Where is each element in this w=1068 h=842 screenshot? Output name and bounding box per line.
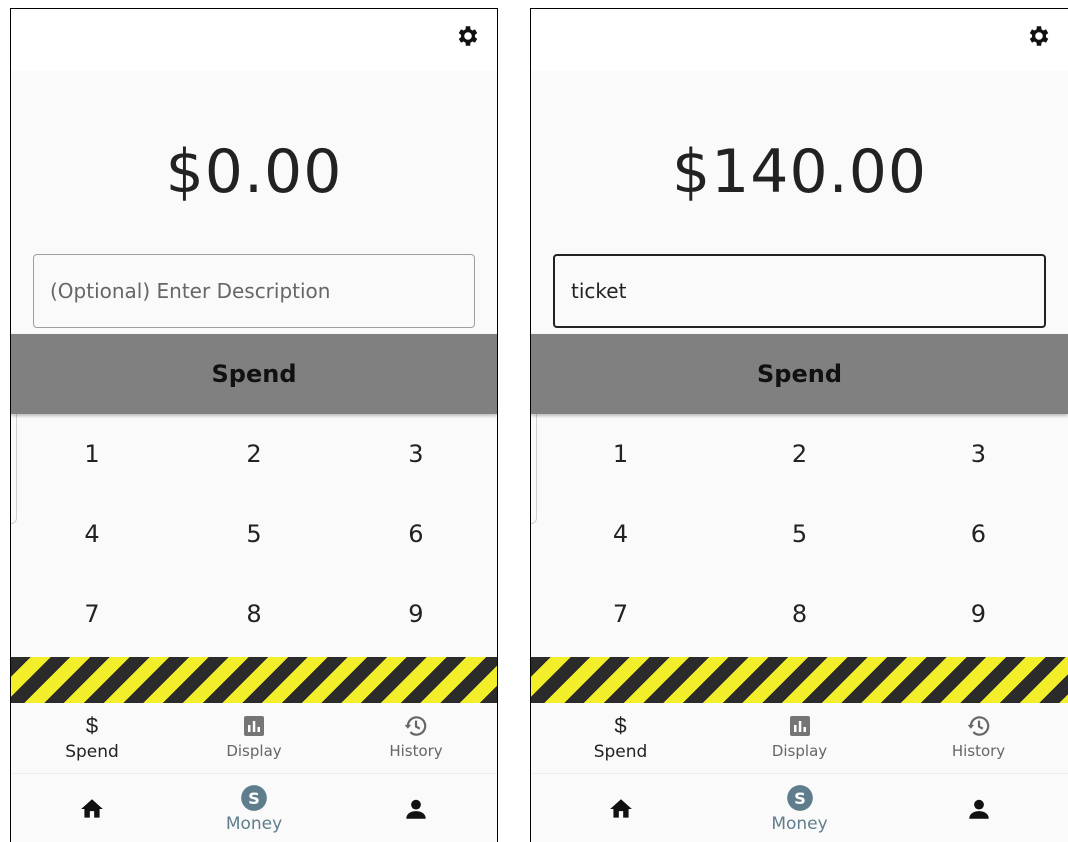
settings-button[interactable]: [453, 21, 483, 51]
money-icon: S: [786, 784, 813, 811]
number-keypad: 1 2 3 4 5 6 7 8 9: [11, 414, 497, 654]
home-icon: [81, 798, 103, 818]
key-3[interactable]: 3: [335, 414, 497, 494]
key-7[interactable]: 7: [531, 574, 710, 654]
svg-text:S: S: [248, 788, 260, 807]
bar-chart-icon: [788, 713, 812, 739]
subnav-display[interactable]: Display: [173, 703, 335, 773]
subnav-display[interactable]: Display: [710, 703, 889, 773]
key-9[interactable]: 9: [335, 574, 497, 654]
svg-text:S: S: [794, 788, 806, 807]
key-2[interactable]: 2: [710, 414, 889, 494]
app-screen-entered: $140.00 Spend 1 2 3 4 5 6 7 8 9 $ Spend …: [530, 8, 1068, 842]
nav-home[interactable]: [11, 774, 173, 842]
subnav-history[interactable]: History: [889, 703, 1068, 773]
key-4[interactable]: 4: [11, 494, 173, 574]
nav-money[interactable]: S Money: [710, 774, 889, 842]
bar-chart-icon: [242, 713, 266, 739]
key-1[interactable]: 1: [11, 414, 173, 494]
subnav-history[interactable]: History: [335, 703, 497, 773]
key-9[interactable]: 9: [889, 574, 1068, 654]
key-6[interactable]: 6: [889, 494, 1068, 574]
key-4[interactable]: 4: [531, 494, 710, 574]
app-bar: [531, 9, 1068, 71]
home-icon: [609, 798, 632, 818]
history-icon: [403, 713, 429, 739]
key-5[interactable]: 5: [173, 494, 335, 574]
subnav-spend[interactable]: $ Spend: [11, 703, 173, 773]
nav-home[interactable]: [531, 774, 710, 842]
nav-money[interactable]: S Money: [173, 774, 335, 842]
amount-display: $140.00: [671, 137, 928, 207]
nav-profile[interactable]: [889, 774, 1068, 842]
sub-navigation: $ Spend Display History: [11, 703, 497, 773]
number-keypad: 1 2 3 4 5 6 7 8 9: [531, 414, 1068, 654]
key-7[interactable]: 7: [11, 574, 173, 654]
dollar-icon: $: [614, 713, 627, 738]
nav-money-label: Money: [225, 813, 283, 834]
overflow-warning-stripe: [11, 657, 497, 703]
key-6[interactable]: 6: [335, 494, 497, 574]
subnav-display-label: Display: [771, 742, 828, 760]
key-5[interactable]: 5: [710, 494, 889, 574]
money-icon: S: [241, 784, 267, 811]
bottom-navigation: S Money: [11, 773, 497, 842]
subnav-spend-label: Spend: [593, 742, 648, 762]
nav-money-label: Money: [771, 813, 828, 834]
key-3[interactable]: 3: [889, 414, 1068, 494]
app-screen-initial: $0.00 Spend 1 2 3 4 5 6 7 8 9 $ Spend Di…: [10, 8, 498, 842]
key-8[interactable]: 8: [710, 574, 889, 654]
nav-profile[interactable]: [335, 774, 497, 842]
history-icon: [966, 713, 992, 739]
sub-navigation: $ Spend Display History: [531, 703, 1068, 773]
overflow-warning-stripe: [531, 657, 1068, 703]
settings-button[interactable]: [1024, 21, 1054, 51]
amount-display: $0.00: [165, 137, 343, 207]
gear-icon: [1029, 26, 1049, 46]
app-bar: [11, 9, 497, 71]
spend-button[interactable]: Spend: [11, 334, 497, 414]
subnav-spend-label: Spend: [65, 742, 119, 762]
person-icon: [968, 799, 989, 819]
key-1[interactable]: 1: [531, 414, 710, 494]
subnav-spend[interactable]: $ Spend: [531, 703, 710, 773]
subnav-history-label: History: [389, 742, 443, 760]
description-input[interactable]: [33, 254, 475, 328]
key-8[interactable]: 8: [173, 574, 335, 654]
bottom-navigation: S Money: [531, 773, 1068, 842]
gear-icon: [458, 26, 478, 46]
person-icon: [406, 799, 426, 819]
subnav-history-label: History: [951, 742, 1006, 760]
dollar-icon: $: [85, 713, 99, 738]
description-input[interactable]: [553, 254, 1046, 328]
key-2[interactable]: 2: [173, 414, 335, 494]
subnav-display-label: Display: [226, 742, 282, 760]
spend-button[interactable]: Spend: [531, 334, 1068, 414]
